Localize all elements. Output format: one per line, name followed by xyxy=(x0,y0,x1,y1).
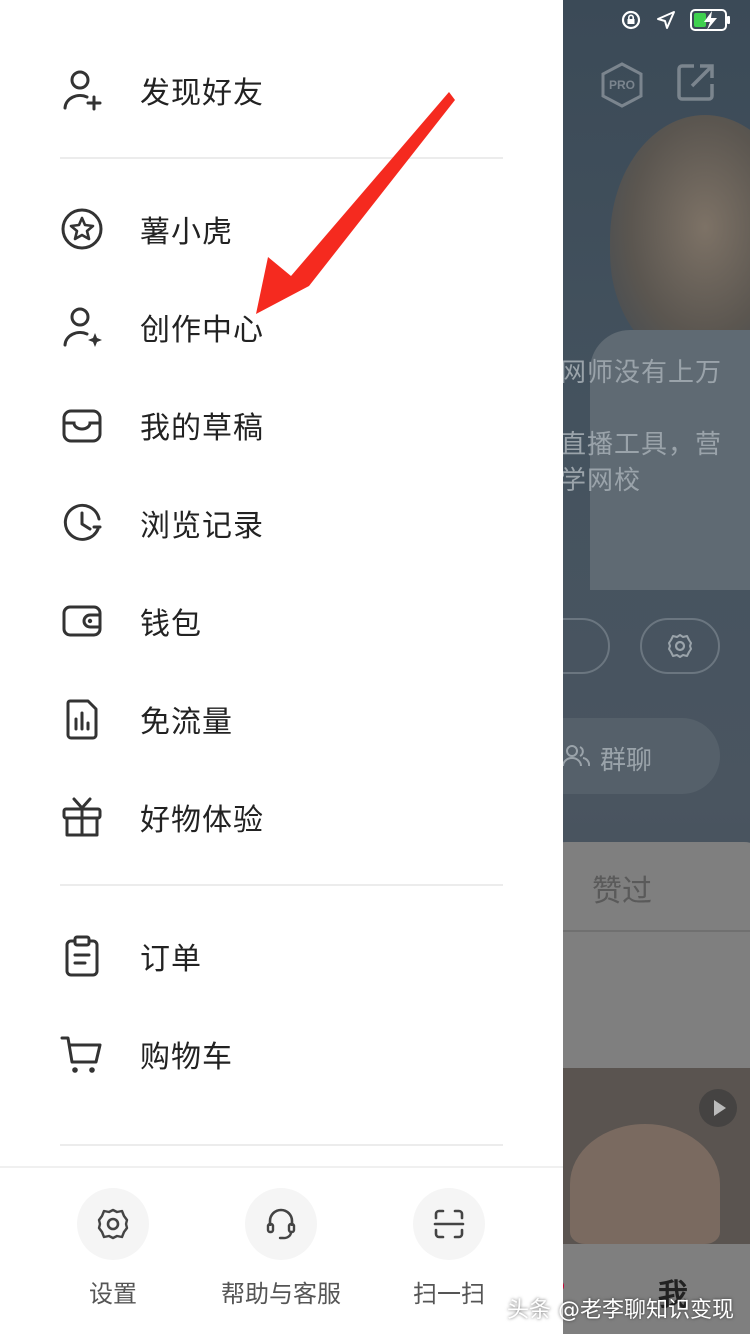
rotation-lock-icon xyxy=(621,10,641,30)
svg-text:PRO: PRO xyxy=(609,78,635,92)
drafts-icon xyxy=(62,409,102,443)
menu-item-label: 订单 xyxy=(140,942,202,977)
battery-charging-icon xyxy=(690,9,730,31)
headset-icon xyxy=(266,1208,296,1240)
gift-icon xyxy=(62,797,102,837)
menu-item-label: 发现好友 xyxy=(140,76,264,111)
menu-item-label: 免流量 xyxy=(140,705,233,740)
cart-icon xyxy=(60,1036,102,1073)
menu-item-label: 薯小虎 xyxy=(140,215,233,250)
settings-label: 设置 xyxy=(89,1280,137,1308)
settings-button-circle xyxy=(77,1188,149,1260)
menu-item-free-data[interactable]: 免流量 xyxy=(0,679,563,759)
thumbnail-person xyxy=(570,1124,720,1244)
menu-item-label: 创作中心 xyxy=(140,313,264,348)
menu-item-label: 好物体验 xyxy=(140,803,264,838)
help-support-button[interactable]: 帮助与客服 xyxy=(196,1188,366,1328)
note-thumbnail[interactable] xyxy=(560,1068,750,1244)
divider xyxy=(60,157,503,159)
creator-icon xyxy=(63,307,102,347)
scan-button-circle xyxy=(413,1188,485,1260)
location-arrow-icon xyxy=(657,11,675,29)
play-icon xyxy=(699,1089,737,1127)
share-icon[interactable] xyxy=(676,62,716,102)
help-button-circle xyxy=(245,1188,317,1260)
tab-liked[interactable]: 赞过 xyxy=(592,866,652,910)
profile-settings-button[interactable] xyxy=(640,618,720,674)
menu-item-label: 浏览记录 xyxy=(140,509,264,544)
menu-item-label: 我的草稿 xyxy=(140,411,264,446)
order-icon xyxy=(65,935,99,977)
settings-button[interactable]: 设置 xyxy=(28,1188,198,1328)
menu-item-cart[interactable]: 购物车 xyxy=(0,1014,563,1094)
divider xyxy=(60,1144,503,1146)
group-icon xyxy=(562,745,590,767)
menu-item-find-friends[interactable]: 发现好友 xyxy=(0,50,563,130)
menu-item-drafts[interactable]: 我的草稿 xyxy=(0,385,563,465)
scan-icon xyxy=(433,1209,465,1239)
profile-bio-line-2: 直播工具，营 xyxy=(560,430,723,460)
drawer-bottom-bar: 设置 帮助与客服 扫一扫 xyxy=(0,1166,563,1334)
tab-divider xyxy=(560,930,750,932)
profile-bio-line-3: 学网校 xyxy=(560,466,642,496)
notes-card: 赞过 我 xyxy=(540,842,750,1334)
gear-icon xyxy=(97,1208,129,1240)
wallet-icon xyxy=(62,605,102,637)
profile-bio-line-1: 网师没有上万 xyxy=(560,358,723,388)
status-bar xyxy=(620,6,732,34)
data-sim-icon xyxy=(66,699,98,740)
add-friend-icon xyxy=(63,70,102,111)
menu-item-label: 购物车 xyxy=(140,1040,233,1075)
profile-cover-person xyxy=(610,115,750,365)
pro-badge-icon[interactable]: PRO xyxy=(600,62,644,108)
menu-item-product-trial[interactable]: 好物体验 xyxy=(0,777,563,857)
watermark: 头条 @老李聊知识变现 xyxy=(507,1298,734,1323)
menu-item-creator-center[interactable]: 创作中心 xyxy=(0,287,563,367)
menu-item-label: 钱包 xyxy=(140,607,202,642)
menu-item-shu-xiao-hu[interactable]: 薯小虎 xyxy=(0,189,563,269)
side-drawer: 发现好友 薯小虎 创作中心 我的草稿 浏览记录 钱包 免流量 好物体验 订单 购… xyxy=(0,0,563,1334)
gear-icon xyxy=(668,634,692,658)
menu-item-wallet[interactable]: 钱包 xyxy=(0,581,563,661)
star-badge-icon xyxy=(61,208,103,250)
menu-item-browsing-history[interactable]: 浏览记录 xyxy=(0,483,563,563)
history-icon xyxy=(63,503,102,541)
group-chat-label: 群聊 xyxy=(600,746,653,776)
help-support-label: 帮助与客服 xyxy=(221,1280,341,1308)
menu-item-orders[interactable]: 订单 xyxy=(0,916,563,996)
divider xyxy=(60,884,503,886)
